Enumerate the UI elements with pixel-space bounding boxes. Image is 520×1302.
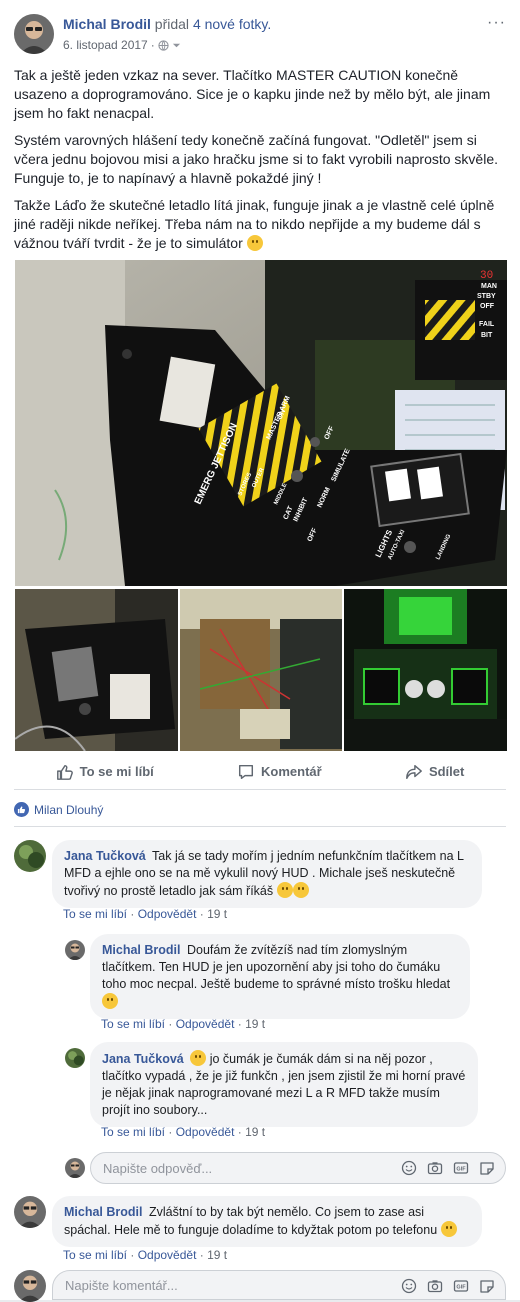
- emoji-picker-icon[interactable]: [401, 1160, 417, 1176]
- panel-label-off-3: OFF: [480, 303, 495, 310]
- post-meta: 6. listopad 2017 ·: [63, 38, 181, 52]
- reply-time[interactable]: 19 t: [245, 1017, 265, 1031]
- reply-input[interactable]: Napište odpověď... GIF: [90, 1152, 506, 1184]
- chevron-down-icon[interactable]: [172, 41, 181, 50]
- comment-reply-link[interactable]: Odpovědět: [138, 907, 197, 921]
- post-paragraph-3: Takže Láďo že skutečné letadlo lítá jina…: [14, 196, 508, 253]
- sticker-icon[interactable]: [479, 1278, 495, 1294]
- sticker-icon[interactable]: [479, 1160, 495, 1176]
- comment-author[interactable]: Michal Brodil: [64, 1205, 142, 1219]
- post-paragraph-1: Tak a ještě jeden vzkaz na sever. Tlačít…: [14, 67, 491, 121]
- reply-meta: To se mi líbí · Odpovědět · 19 t: [101, 1125, 266, 1139]
- panel-label-stby: STBY: [477, 293, 496, 300]
- author-name[interactable]: Michal Brodil: [63, 16, 151, 32]
- photos-link[interactable]: 4 nové fotky.: [193, 16, 271, 32]
- reply-like-link[interactable]: To se mi líbí: [101, 1125, 165, 1139]
- reply-avatar[interactable]: [65, 1048, 85, 1068]
- comment-time[interactable]: 19 t: [207, 1248, 227, 1262]
- my-avatar: [65, 1158, 85, 1178]
- svg-text:GIF: GIF: [456, 1285, 466, 1291]
- comment-input[interactable]: Napište komentář... GIF: [52, 1270, 506, 1300]
- svg-text:GIF: GIF: [456, 1167, 466, 1173]
- reply-like-link[interactable]: To se mi líbí: [101, 1017, 165, 1031]
- smile-emoji-icon: [440, 1221, 457, 1237]
- like-reaction-icon: [14, 802, 29, 817]
- thumbs-up-icon: [56, 764, 73, 780]
- comment-label: Komentář: [261, 764, 322, 779]
- reply-author[interactable]: Michal Brodil: [102, 943, 180, 957]
- share-icon: [406, 764, 422, 779]
- my-avatar: [14, 1270, 46, 1302]
- comment-bubble: Michal Brodil Zvláštní to by tak být nem…: [52, 1196, 482, 1247]
- share-button[interactable]: Sdílet: [405, 763, 464, 781]
- post-card: Michal Brodil přidal 4 nové fotky. 6. li…: [0, 0, 520, 1302]
- reply-author[interactable]: Jana Tučková: [102, 1052, 184, 1066]
- smile-emoji-icon: [102, 993, 118, 1009]
- main-photo[interactable]: 30 EMERG JETTISON MASTER ARM ON OFF SIMU…: [15, 260, 507, 586]
- laughing-emoji-icon: [276, 882, 293, 898]
- globe-icon: [158, 39, 169, 51]
- svg-text:30: 30: [480, 270, 493, 282]
- comment-bubble: Jana Tučková Tak já se tady mořím j jedn…: [52, 840, 482, 908]
- post-action-text: přidal: [154, 16, 190, 32]
- dot-separator: ·: [150, 38, 155, 52]
- author-avatar[interactable]: [14, 14, 54, 54]
- reply-meta: To se mi líbí · Odpovědět · 19 t: [101, 1017, 266, 1031]
- comment-input-icons: GIF: [401, 1278, 495, 1294]
- thumbnail-photo-1[interactable]: [15, 589, 178, 751]
- post-paragraph-2: Systém varovných hlášení tedy konečně za…: [14, 132, 498, 186]
- laughing-emoji-icon: [292, 882, 309, 898]
- emoji-picker-icon[interactable]: [401, 1278, 417, 1294]
- commenter-avatar[interactable]: [14, 840, 46, 872]
- reply-input-placeholder: Napište odpověď...: [103, 1160, 213, 1176]
- reply-time[interactable]: 19 t: [245, 1125, 265, 1139]
- panel-label-man: MAN: [481, 283, 497, 290]
- post-header: Michal Brodil přidal 4 nové fotky. 6. li…: [14, 14, 506, 58]
- gif-icon[interactable]: GIF: [453, 1160, 469, 1176]
- comment-reply-link[interactable]: Odpovědět: [138, 1248, 197, 1262]
- comment-button[interactable]: Komentář: [237, 763, 322, 781]
- likes-summary[interactable]: Milan Dlouhý: [14, 802, 103, 817]
- post-date[interactable]: 6. listopad 2017: [63, 38, 148, 52]
- likers-names[interactable]: Milan Dlouhý: [34, 803, 103, 817]
- share-label: Sdílet: [428, 764, 465, 779]
- post-actions-bar: To se mi líbí Komentář Sdílet: [14, 754, 506, 790]
- camera-icon[interactable]: [427, 1278, 443, 1294]
- panel-label-bit: BIT: [481, 332, 493, 339]
- like-button[interactable]: To se mi líbí: [56, 763, 154, 781]
- comment-author[interactable]: Jana Tučková: [64, 849, 146, 863]
- camera-icon[interactable]: [427, 1160, 443, 1176]
- reply-reply-link[interactable]: Odpovědět: [176, 1125, 235, 1139]
- comment-input-placeholder: Napište komentář...: [65, 1277, 178, 1293]
- comment-meta: To se mi líbí · Odpovědět · 19 t: [63, 1248, 228, 1262]
- more-options-icon[interactable]: ···: [487, 14, 506, 32]
- divider: [14, 826, 506, 827]
- commenter-avatar[interactable]: [14, 1196, 46, 1228]
- comment-icon: [238, 764, 254, 779]
- comment-like-link[interactable]: To se mi líbí: [63, 1248, 127, 1262]
- comment-like-link[interactable]: To se mi líbí: [63, 907, 127, 921]
- surprised-emoji-icon: [190, 1050, 207, 1066]
- like-label: To se mi líbí: [79, 764, 154, 779]
- smile-emoji-icon: [246, 235, 263, 251]
- reply-input-icons: GIF: [401, 1160, 495, 1176]
- thumbnail-photo-2[interactable]: [180, 589, 342, 751]
- author-line: Michal Brodil přidal 4 nové fotky.: [63, 16, 271, 32]
- reply-bubble: Michal Brodil Doufám že zvítězíš nad tím…: [90, 934, 470, 1019]
- post-text: Tak a ještě jeden vzkaz na sever. Tlačít…: [14, 66, 508, 261]
- gif-icon[interactable]: GIF: [453, 1278, 469, 1294]
- thumbnail-photo-3[interactable]: [344, 589, 507, 751]
- reply-bubble: Jana Tučková jo čumák je čumák dám si na…: [90, 1042, 478, 1127]
- reply-reply-link[interactable]: Odpovědět: [176, 1017, 235, 1031]
- comment-meta: To se mi líbí · Odpovědět · 19 t: [63, 907, 228, 921]
- comment-time[interactable]: 19 t: [207, 907, 227, 921]
- reply-avatar[interactable]: [65, 940, 85, 960]
- panel-label-fail: FAIL: [479, 321, 495, 328]
